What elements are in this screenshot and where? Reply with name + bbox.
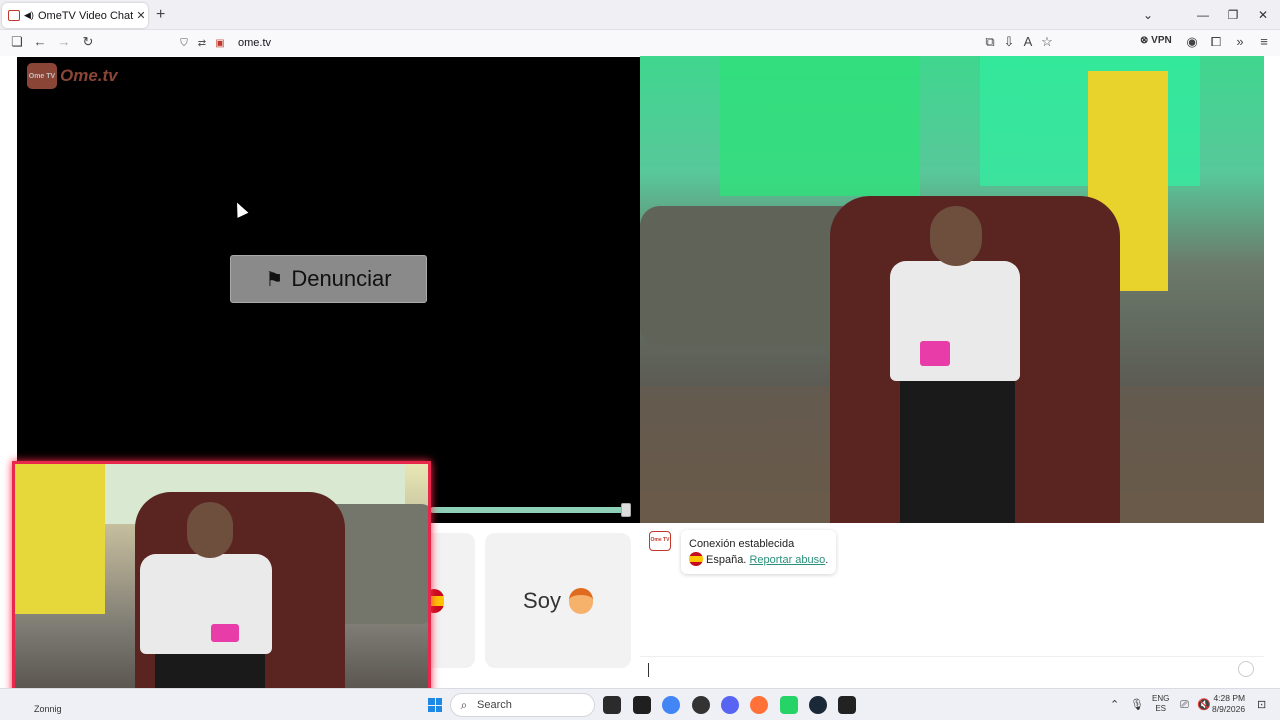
search-placeholder: Search — [477, 699, 512, 711]
clock[interactable]: 4:28 PM 8/9/2026 — [1212, 693, 1245, 715]
start-windows-icon[interactable] — [428, 698, 442, 712]
cam-person-shirt — [140, 554, 272, 654]
save-page-icon[interactable]: ⇩ — [1001, 34, 1017, 50]
firefox-icon[interactable] — [750, 696, 768, 714]
restore-button[interactable]: ❐ — [1222, 6, 1244, 24]
ometv-logo[interactable]: Ome TV Ome.tv — [27, 63, 118, 89]
weather-text[interactable]: Zonnig — [34, 704, 62, 714]
nav-bar: ❏ ← → ↻ ⛉ ⇄ ▣ ome.tv ⧉ ⇩ A ☆ ⊗ VPN ◉ ⧠ »… — [0, 30, 1280, 56]
chrome-icon[interactable] — [662, 696, 680, 714]
vpn-label: VPN — [1151, 35, 1172, 46]
address-bar[interactable]: ⛉ ⇄ ▣ ome.tv — [176, 32, 1060, 54]
connection-status: Conexión establecida — [689, 538, 795, 550]
ometv-avatar-icon: Ome TV — [649, 531, 671, 551]
tab-list-icon[interactable]: ⌄ — [1137, 6, 1159, 24]
lang-top: ENG — [1152, 694, 1170, 703]
translate-icon[interactable]: A — [1020, 34, 1036, 50]
webcam-overlay — [12, 461, 431, 703]
ometv-favicon-icon — [8, 10, 20, 21]
stranger-video-blank: Ome TV Ome.tv ⚑ Denunciar — [17, 57, 640, 523]
menu-icon[interactable]: ≡ — [1256, 34, 1272, 50]
country-line: España. Reportar abuso. — [689, 552, 828, 568]
text-caret — [648, 663, 649, 677]
video-window-left — [720, 56, 920, 196]
tab-close-icon[interactable]: ✕ — [134, 9, 148, 22]
back-icon[interactable]: ← — [32, 34, 48, 50]
obs-icon[interactable] — [838, 696, 856, 714]
picture-in-picture-icon[interactable]: ⧉ — [982, 34, 998, 50]
flag-icon: ⚑ — [265, 268, 284, 291]
progress-handle[interactable] — [621, 503, 631, 517]
extension-icon[interactable]: ◉ — [1184, 34, 1200, 50]
speaker-icon[interactable]: ◀) — [24, 10, 34, 21]
connection-progress-bar — [430, 507, 630, 513]
new-tab-button[interactable]: + — [156, 6, 170, 24]
notification-icon[interactable]: ⊡ — [1257, 696, 1266, 714]
app-icon-dark[interactable] — [633, 696, 651, 714]
vpn-button[interactable]: ⊗ VPN — [1140, 35, 1172, 46]
boy-emoji-icon — [568, 587, 593, 614]
report-link-suffix: . — [825, 554, 829, 566]
close-window-button[interactable]: ✕ — [1252, 6, 1274, 24]
report-button-label: Denunciar — [291, 266, 392, 291]
cam-person-head — [187, 502, 233, 558]
extensions-icon[interactable]: ⧠ — [1208, 34, 1224, 50]
shield-icon[interactable]: ⛉ — [176, 38, 192, 49]
sidebar-toggle-icon[interactable]: ❏ — [9, 34, 25, 50]
gender-card[interactable]: Soy — [485, 533, 631, 668]
search-icon: ⌕ — [460, 697, 468, 712]
microphone-icon[interactable]: 🎙 — [1130, 696, 1144, 714]
report-abuse-link[interactable]: Reportar abuso — [749, 554, 825, 566]
clock-time: 4:28 PM — [1213, 693, 1246, 703]
browser-tab[interactable]: ◀) OmeTV Video Chat — Omegle ✕ — [2, 3, 148, 28]
video-phone — [920, 341, 950, 366]
chat-input[interactable] — [640, 656, 1264, 682]
github-icon[interactable] — [692, 696, 710, 714]
video-person-shirt — [890, 261, 1020, 381]
overflow-chevron-icon[interactable]: » — [1232, 34, 1248, 50]
language-indicator[interactable]: ENG ES — [1152, 694, 1169, 714]
logo-tv-icon: Ome TV — [27, 63, 57, 89]
forward-icon[interactable]: → — [56, 34, 72, 50]
bookmark-star-icon[interactable]: ☆ — [1039, 34, 1055, 50]
logo-text: Ome.tv — [60, 66, 118, 85]
task-view-icon[interactable] — [603, 696, 621, 714]
remote-video-feed — [640, 56, 1264, 523]
url-text[interactable]: ome.tv — [238, 37, 271, 49]
tab-title: OmeTV Video Chat — Omegle — [38, 9, 134, 22]
reload-icon[interactable]: ↻ — [80, 34, 96, 50]
tray-chevron-icon[interactable]: ⌃ — [1110, 696, 1119, 714]
network-icon[interactable]: ⎚ — [1180, 696, 1189, 714]
clock-date: 8/9/2026 — [1212, 704, 1246, 714]
country-name: España. — [706, 554, 747, 566]
taskbar: Zonnig ⌕ Search ⌃ 🎙 ENG ES ⎚ 🔇 4:28 PM 8… — [0, 688, 1280, 720]
gender-card-label: Soy — [523, 587, 561, 613]
cam-cabinet — [15, 464, 105, 614]
volume-muted-icon[interactable]: 🔇 — [1197, 696, 1211, 714]
permissions-icon[interactable]: ⇄ — [194, 38, 210, 49]
tab-bar: ◀) OmeTV Video Chat — Omegle ✕ + ⌄ — ❐ ✕ — [0, 0, 1280, 30]
chat-panel: Ome TV Conexión establecida España. Repo… — [640, 523, 1264, 688]
emoji-icon[interactable] — [1238, 661, 1254, 677]
camera-icon[interactable]: ▣ — [212, 38, 228, 49]
spain-flag-icon — [689, 552, 703, 566]
mouse-cursor-icon — [231, 200, 249, 218]
video-person-pants — [900, 376, 1015, 523]
cam-phone — [211, 624, 239, 642]
minimize-button[interactable]: — — [1192, 6, 1214, 24]
whatsapp-icon[interactable] — [780, 696, 798, 714]
video-person-head — [930, 206, 982, 266]
steam-icon[interactable] — [809, 696, 827, 714]
report-button[interactable]: ⚑ Denunciar — [230, 255, 427, 303]
discord-icon[interactable] — [721, 696, 739, 714]
taskbar-search[interactable]: ⌕ Search — [450, 693, 595, 717]
video-person — [890, 206, 1020, 523]
lang-bottom: ES — [1155, 704, 1166, 713]
system-message: Conexión establecida España. Reportar ab… — [681, 530, 837, 574]
